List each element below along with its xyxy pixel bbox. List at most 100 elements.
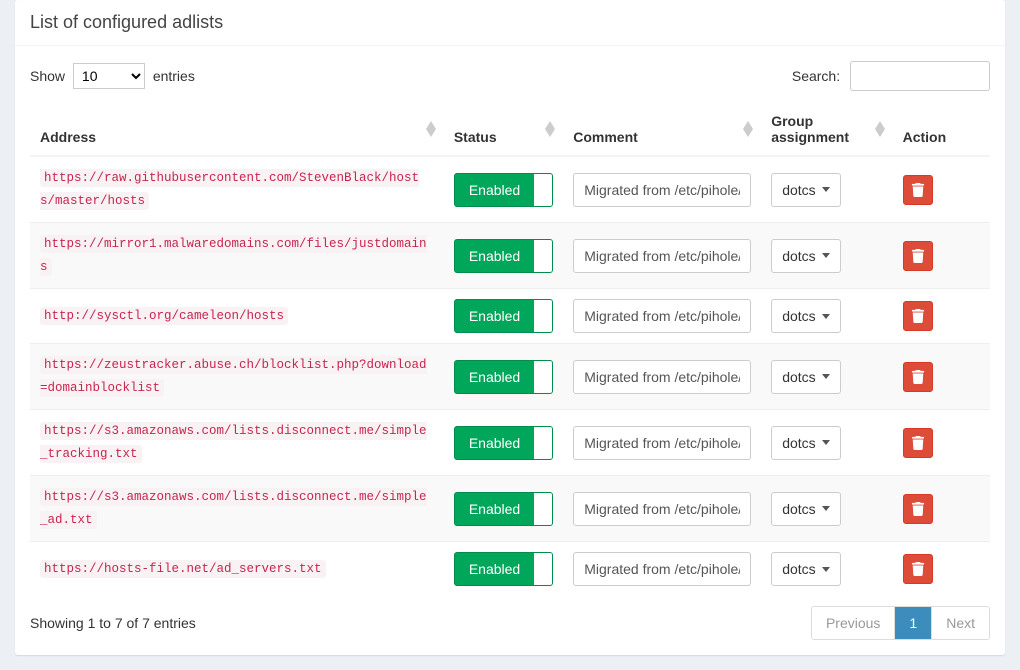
delete-button[interactable] — [903, 362, 933, 392]
delete-button[interactable] — [903, 301, 933, 331]
status-cell: Enabled — [444, 289, 563, 344]
column-header-action-label: Action — [903, 129, 947, 145]
comment-input[interactable] — [573, 426, 751, 460]
pagination-previous-link[interactable]: Previous — [812, 607, 894, 639]
group-cell: dotcs — [761, 223, 892, 289]
status-caret — [534, 553, 552, 585]
status-label: Enabled — [455, 501, 534, 517]
group-cell: dotcs — [761, 344, 892, 410]
status-caret — [534, 300, 552, 332]
group-dropdown[interactable]: dotcs — [771, 360, 840, 394]
status-toggle[interactable]: Enabled — [454, 360, 553, 394]
status-cell: Enabled — [444, 344, 563, 410]
address-url[interactable]: http://sysctl.org/cameleon/hosts — [40, 307, 288, 325]
status-caret — [534, 361, 552, 393]
pagination-page-1-link[interactable]: 1 — [895, 607, 931, 639]
trash-icon — [911, 249, 925, 263]
status-toggle[interactable]: Enabled — [454, 239, 553, 273]
column-header-status[interactable]: Status — [444, 103, 563, 156]
group-dropdown[interactable]: dotcs — [771, 299, 840, 333]
action-cell — [893, 223, 990, 289]
status-cell: Enabled — [444, 410, 563, 476]
action-cell — [893, 542, 990, 597]
status-caret — [534, 240, 552, 272]
chevron-down-icon — [822, 374, 830, 379]
panel-body: Show 10 entries Search: Address — [15, 46, 1005, 655]
address-url[interactable]: https://s3.amazonaws.com/lists.disconnec… — [40, 422, 427, 463]
group-dropdown[interactable]: dotcs — [771, 552, 840, 586]
delete-button[interactable] — [903, 494, 933, 524]
column-header-group[interactable]: Group assignment — [761, 103, 892, 156]
comment-input[interactable] — [573, 552, 751, 586]
sort-icon — [545, 121, 555, 137]
action-cell — [893, 476, 990, 542]
status-cell: Enabled — [444, 542, 563, 597]
chevron-down-icon — [822, 506, 830, 511]
group-label: dotcs — [782, 308, 815, 324]
comment-input[interactable] — [573, 239, 751, 273]
status-caret — [534, 174, 552, 206]
group-dropdown[interactable]: dotcs — [771, 492, 840, 526]
address-url[interactable]: https://mirror1.malwaredomains.com/files… — [40, 235, 427, 276]
trash-icon — [911, 436, 925, 450]
table-row: https://s3.amazonaws.com/lists.disconnec… — [30, 410, 990, 476]
chevron-down-icon — [822, 253, 830, 258]
comment-input[interactable] — [573, 492, 751, 526]
pagination-page-1[interactable]: 1 — [895, 607, 932, 639]
status-label: Enabled — [455, 561, 534, 577]
search-label: Search: — [792, 68, 840, 84]
column-header-comment[interactable]: Comment — [563, 103, 761, 156]
delete-button[interactable] — [903, 554, 933, 584]
group-dropdown[interactable]: dotcs — [771, 173, 840, 207]
trash-icon — [911, 562, 925, 576]
comment-cell — [563, 156, 761, 223]
comment-input[interactable] — [573, 299, 751, 333]
status-toggle[interactable]: Enabled — [454, 426, 553, 460]
address-cell: https://hosts-file.net/ad_servers.txt — [30, 542, 444, 597]
table-row: https://hosts-file.net/ad_servers.txt Ena… — [30, 542, 990, 597]
column-header-address[interactable]: Address — [30, 103, 444, 156]
length-select[interactable]: 10 — [73, 63, 145, 89]
group-cell: dotcs — [761, 476, 892, 542]
group-label: dotcs — [782, 369, 815, 385]
status-toggle[interactable]: Enabled — [454, 552, 553, 586]
group-cell: dotcs — [761, 289, 892, 344]
status-toggle[interactable]: Enabled — [454, 299, 553, 333]
address-cell: https://zeustracker.abuse.ch/blocklist.p… — [30, 344, 444, 410]
group-dropdown[interactable]: dotcs — [771, 426, 840, 460]
search-input[interactable] — [850, 61, 990, 91]
length-prefix: Show — [30, 68, 65, 84]
address-url[interactable]: https://zeustracker.abuse.ch/blocklist.p… — [40, 356, 427, 397]
status-label: Enabled — [455, 248, 534, 264]
address-url[interactable]: https://s3.amazonaws.com/lists.disconnec… — [40, 488, 427, 529]
group-cell: dotcs — [761, 542, 892, 597]
pagination-previous[interactable]: Previous — [812, 607, 895, 639]
chevron-down-icon — [822, 440, 830, 445]
status-label: Enabled — [455, 435, 534, 451]
group-cell: dotcs — [761, 410, 892, 476]
status-toggle[interactable]: Enabled — [454, 173, 553, 207]
chevron-down-icon — [822, 314, 830, 319]
comment-cell — [563, 410, 761, 476]
table-controls-top: Show 10 entries Search: — [30, 61, 990, 91]
table-row: http://sysctl.org/cameleon/hosts Enabled d… — [30, 289, 990, 344]
group-cell: dotcs — [761, 156, 892, 223]
table-row: https://s3.amazonaws.com/lists.disconnec… — [30, 476, 990, 542]
trash-icon — [911, 309, 925, 323]
pagination-next-link[interactable]: Next — [932, 607, 989, 639]
status-toggle[interactable]: Enabled — [454, 492, 553, 526]
address-url[interactable]: https://raw.githubusercontent.com/Steven… — [40, 169, 419, 210]
comment-input[interactable] — [573, 173, 751, 207]
address-cell: https://mirror1.malwaredomains.com/files… — [30, 223, 444, 289]
pagination-next[interactable]: Next — [932, 607, 989, 639]
group-label: dotcs — [782, 501, 815, 517]
pagination: Previous 1 Next — [811, 606, 990, 640]
delete-button[interactable] — [903, 428, 933, 458]
group-label: dotcs — [782, 248, 815, 264]
comment-input[interactable] — [573, 360, 751, 394]
group-dropdown[interactable]: dotcs — [771, 239, 840, 273]
delete-button[interactable] — [903, 241, 933, 271]
delete-button[interactable] — [903, 175, 933, 205]
address-url[interactable]: https://hosts-file.net/ad_servers.txt — [40, 560, 326, 578]
comment-cell — [563, 476, 761, 542]
